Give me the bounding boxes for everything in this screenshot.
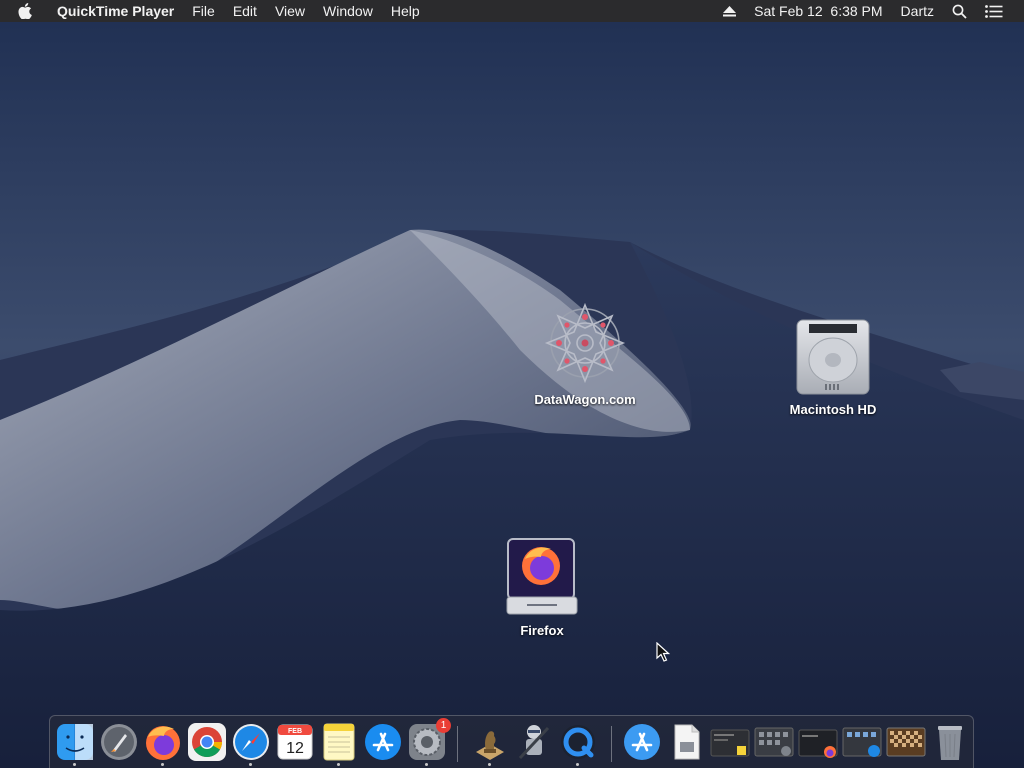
dock-finder-icon[interactable]	[55, 722, 95, 762]
hard-drive-icon	[795, 318, 871, 396]
menu-view[interactable]: View	[266, 0, 314, 22]
running-indicator	[73, 763, 76, 766]
notification-center-icon[interactable]	[976, 4, 1012, 18]
spotlight-search-icon[interactable]	[943, 4, 976, 19]
menu-edit[interactable]: Edit	[224, 0, 266, 22]
menu-help[interactable]: Help	[382, 0, 429, 22]
dock-notes-icon[interactable]	[319, 722, 359, 762]
dock: FEB 12 1	[49, 715, 974, 768]
desktop-icon-datawagon[interactable]: DataWagon.com	[515, 300, 655, 407]
dock-documents-icon[interactable]	[666, 722, 706, 762]
dock-trash-icon[interactable]	[930, 722, 970, 762]
desktop-icon-macintosh-hd[interactable]: Macintosh HD	[763, 318, 903, 417]
dock-separator	[457, 726, 458, 762]
dock-system-preferences-icon[interactable]: 1	[407, 718, 451, 762]
running-indicator	[576, 763, 579, 766]
running-indicator	[249, 763, 252, 766]
user-name[interactable]: Dartz	[892, 0, 943, 22]
running-indicator	[161, 763, 164, 766]
dock-chrome-icon[interactable]	[187, 722, 227, 762]
running-indicator	[488, 763, 491, 766]
running-indicator	[337, 763, 340, 766]
dock-window-thumbnail-2[interactable]	[754, 722, 794, 762]
dock-separator	[611, 726, 612, 762]
dock-chess-icon[interactable]	[470, 722, 510, 762]
eject-icon[interactable]	[714, 5, 745, 17]
dock-window-thumbnail-1[interactable]	[710, 722, 750, 762]
calendar-month: FEB	[288, 728, 302, 735]
dock-firefox-icon[interactable]	[143, 722, 183, 762]
desktop-icon-label: DataWagon.com	[534, 392, 636, 407]
firefox-disk-image-icon	[505, 537, 579, 617]
dock-window-thumbnail-4[interactable]	[842, 722, 882, 762]
desktop-icon-firefox[interactable]: Firefox	[472, 537, 612, 638]
menu-app-name[interactable]: QuickTime Player	[48, 0, 183, 22]
menu-window[interactable]: Window	[314, 0, 382, 22]
calendar-day: 12	[286, 740, 304, 757]
running-indicator	[425, 763, 428, 766]
dock-quicktime-icon[interactable]	[558, 722, 598, 762]
dock-automator-icon[interactable]	[514, 722, 554, 762]
clock[interactable]: Sat Feb 12 6:38 PM	[745, 0, 891, 22]
menu-bar: QuickTime Player File Edit View Window H…	[0, 0, 1024, 22]
mouse-pointer-icon	[656, 642, 670, 662]
menu-file[interactable]: File	[183, 0, 224, 22]
dock-window-thumbnail-3[interactable]	[798, 722, 838, 762]
dock-chess-window-thumbnail[interactable]	[886, 722, 926, 762]
dock-safari-icon[interactable]	[231, 722, 271, 762]
apple-menu-icon[interactable]	[0, 3, 48, 19]
desktop-icon-label: Firefox	[520, 623, 564, 638]
dock-launchpad-icon[interactable]	[99, 722, 139, 762]
notification-badge: 1	[436, 718, 451, 733]
dock-calendar-icon[interactable]: FEB 12	[275, 722, 315, 762]
dock-app-store-icon[interactable]	[363, 722, 403, 762]
dock-applications-folder-icon[interactable]	[622, 722, 662, 762]
desktop-icon-label: Macintosh HD	[789, 402, 877, 417]
datawagon-mandala-icon	[542, 300, 628, 386]
